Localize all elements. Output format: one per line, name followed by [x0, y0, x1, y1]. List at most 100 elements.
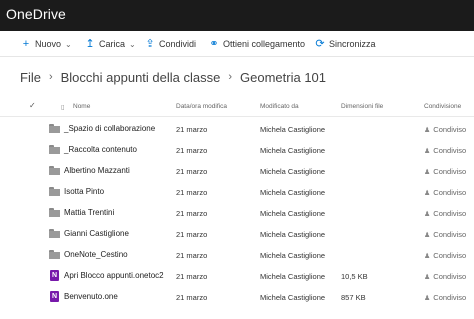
folder-icon — [49, 187, 60, 196]
file-sharing-label: Condiviso — [433, 188, 467, 197]
file-modified: 21 marzo — [176, 125, 208, 134]
link-icon: ⚭ — [209, 38, 219, 50]
share-icon: ⇪ — [145, 38, 155, 50]
people-icon: ♟ — [424, 127, 431, 134]
file-sharing[interactable]: ♟ Condiviso — [424, 167, 466, 176]
people-icon: ♟ — [424, 169, 431, 176]
file-modified: 21 marzo — [176, 146, 208, 155]
file-modified: 21 marzo — [176, 272, 208, 281]
file-sharing-label: Condiviso — [433, 167, 467, 176]
file-modified: 21 marzo — [176, 251, 208, 260]
file-sharing-label: Condiviso — [433, 251, 467, 260]
column-header-modified-by[interactable]: Modificato da — [260, 103, 299, 110]
column-header-name[interactable]: Nome — [73, 103, 90, 110]
select-all-check-icon[interactable]: ✓ — [29, 101, 36, 110]
share-button-label: Condividi — [159, 39, 197, 49]
plus-icon: + — [22, 38, 30, 50]
people-icon: ♟ — [424, 148, 431, 155]
file-sharing-label: Condiviso — [433, 209, 467, 218]
people-icon: ♟ — [424, 274, 431, 281]
file-sharing[interactable]: ♟ Condiviso — [424, 293, 466, 302]
file-name[interactable]: _Spazio di collaborazione — [64, 124, 155, 133]
file-name[interactable]: Mattia Trentini — [64, 208, 114, 217]
folder-icon — [49, 229, 60, 238]
file-sharing-label: Condiviso — [433, 146, 467, 155]
file-modified: 21 marzo — [176, 209, 208, 218]
file-row[interactable]: _Raccolta contenuto 21 marzo Michela Casti… — [0, 139, 474, 160]
file-modified-by: Michela Castiglione — [260, 146, 326, 155]
people-icon: ♟ — [424, 295, 431, 302]
file-row[interactable]: OneNote_Cestino 21 marzo Michela Castiglio… — [0, 244, 474, 265]
folder-icon — [49, 166, 60, 175]
folder-icon — [49, 208, 60, 217]
file-sharing[interactable]: ♟ Condiviso — [424, 251, 466, 260]
new-button-label: Nuovo — [35, 39, 62, 49]
file-list-header: ✓ ▯ Nome Data/ora modifica Modificato da… — [0, 97, 474, 117]
file-size: 857 KB — [341, 293, 366, 302]
share-button[interactable]: ⇪ Condividi — [144, 37, 196, 51]
file-modified: 21 marzo — [176, 293, 208, 302]
file-row[interactable]: Mattia Trentini 21 marzo Michela Castiglio… — [0, 202, 474, 223]
chevron-down-icon: ⌄ — [129, 39, 136, 49]
column-header-sharing[interactable]: Condivisione — [424, 103, 461, 110]
top-bar: OneDrive — [0, 0, 474, 31]
people-icon: ♟ — [424, 211, 431, 218]
file-modified-by: Michela Castiglione — [260, 209, 326, 218]
breadcrumb-item-files[interactable]: File — [20, 70, 41, 85]
file-row[interactable]: Gianni Castiglione 21 marzo Michela Castig… — [0, 223, 474, 244]
file-row[interactable]: _Spazio di collaborazione 21 marzo Michela… — [0, 118, 474, 139]
onenote-icon: N — [50, 291, 59, 302]
get-link-button[interactable]: ⚭ Ottieni collegamento — [208, 37, 305, 51]
sync-button[interactable]: ⟳ Sincronizza — [314, 37, 375, 51]
file-row[interactable]: Isotta Pinto 21 marzo Michela Castiglione ♟… — [0, 181, 474, 202]
file-modified: 21 marzo — [176, 188, 208, 197]
file-sharing[interactable]: ♟ Condiviso — [424, 209, 466, 218]
file-name[interactable]: Isotta Pinto — [64, 187, 104, 196]
file-modified-by: Michela Castiglione — [260, 188, 326, 197]
file-name[interactable]: Apri Blocco appunti.onetoc2 — [64, 271, 164, 280]
column-header-size[interactable]: Dimensioni file — [341, 103, 383, 110]
file-row[interactable]: Albertino Mazzanti 21 marzo Michela Castig… — [0, 160, 474, 181]
file-modified-by: Michela Castiglione — [260, 293, 326, 302]
folder-icon — [49, 250, 60, 259]
app-title[interactable]: OneDrive — [6, 6, 66, 22]
sync-icon: ⟳ — [315, 38, 325, 50]
breadcrumb-item-class-notebooks[interactable]: Blocchi appunti della classe — [61, 70, 221, 85]
file-name[interactable]: Gianni Castiglione — [64, 229, 129, 238]
file-name[interactable]: Albertino Mazzanti — [64, 166, 130, 175]
folder-icon — [49, 124, 60, 133]
file-sharing[interactable]: ♟ Condiviso — [424, 125, 466, 134]
file-name[interactable]: _Raccolta contenuto — [64, 145, 137, 154]
file-sharing[interactable]: ♟ Condiviso — [424, 272, 466, 281]
onenote-icon: N — [50, 270, 59, 281]
chevron-right-icon: › — [48, 71, 53, 83]
file-modified-by: Michela Castiglione — [260, 272, 326, 281]
folder-icon — [49, 145, 60, 154]
file-sharing[interactable]: ♟ Condiviso — [424, 230, 466, 239]
get-link-button-label: Ottieni collegamento — [223, 39, 306, 49]
file-row[interactable]: N Benvenuto.one 21 marzo Michela Castiglion… — [0, 286, 474, 307]
file-name[interactable]: OneNote_Cestino — [64, 250, 128, 259]
upload-button[interactable]: ↥ Carica ⌄ — [84, 37, 136, 51]
file-name[interactable]: Benvenuto.one — [64, 292, 118, 301]
upload-icon: ↥ — [85, 38, 95, 50]
file-type-icon: ▯ — [61, 104, 65, 111]
file-sharing-label: Condiviso — [433, 125, 467, 134]
file-modified: 21 marzo — [176, 167, 208, 176]
column-header-modified[interactable]: Data/ora modifica — [176, 103, 227, 110]
file-sharing-label: Condiviso — [433, 230, 467, 239]
file-modified-by: Michela Castiglione — [260, 125, 326, 134]
file-modified-by: Michela Castiglione — [260, 251, 326, 260]
file-sharing[interactable]: ♟ Condiviso — [424, 188, 466, 197]
file-modified-by: Michela Castiglione — [260, 230, 326, 239]
file-sharing-label: Condiviso — [433, 293, 467, 302]
file-sharing[interactable]: ♟ Condiviso — [424, 146, 466, 155]
command-bar: + Nuovo ⌄ ↥ Carica ⌄ ⇪ Condividi ⚭ Ottie… — [0, 31, 474, 57]
people-icon: ♟ — [424, 253, 431, 260]
file-row[interactable]: N Apri Blocco appunti.onetoc2 21 marzo Mich… — [0, 265, 474, 286]
chevron-right-icon: › — [228, 71, 233, 83]
breadcrumb-item-current[interactable]: Geometria 101 — [240, 70, 326, 85]
new-button[interactable]: + Nuovo ⌄ — [20, 37, 72, 51]
upload-button-label: Carica — [99, 39, 126, 49]
file-modified: 21 marzo — [176, 230, 208, 239]
